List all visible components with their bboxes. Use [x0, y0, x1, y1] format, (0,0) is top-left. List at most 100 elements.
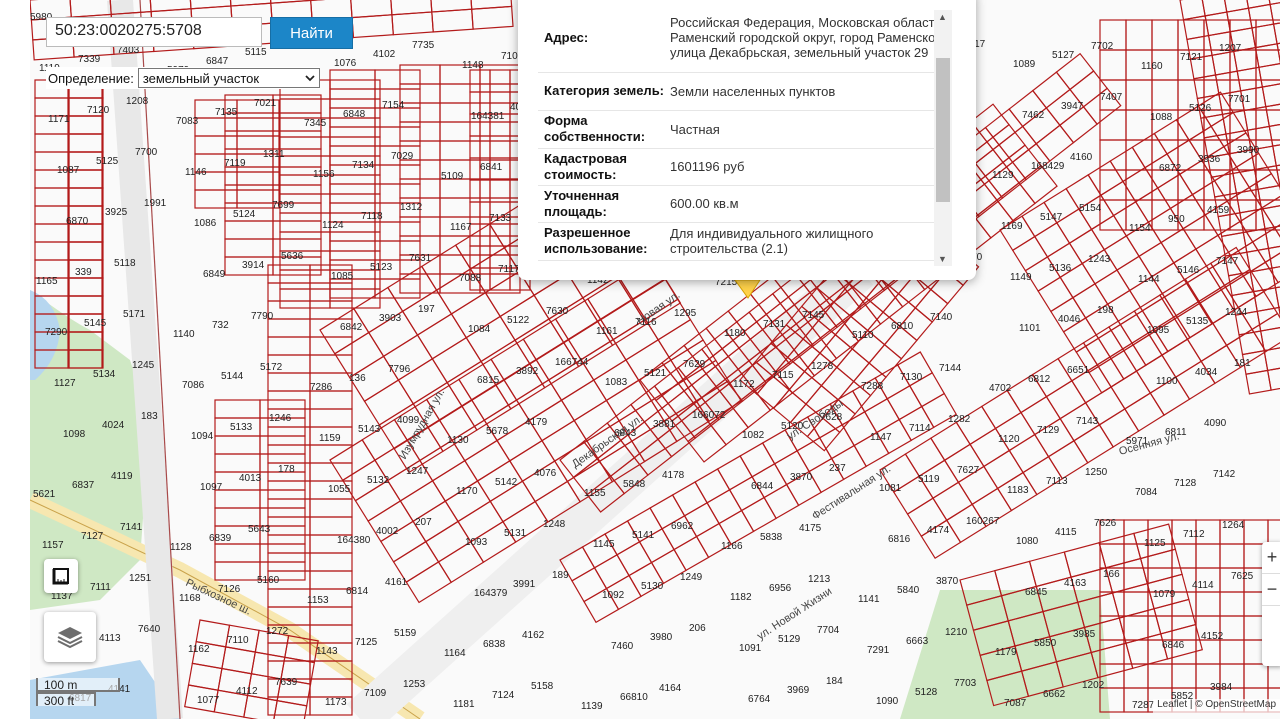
parcel-number: 1079 — [1153, 589, 1176, 600]
parcel-number: 237 — [829, 463, 846, 474]
parcel-number: 7128 — [1174, 478, 1197, 489]
parcel-number: 7629 — [683, 359, 706, 370]
parcel-number: 1991 — [144, 198, 167, 209]
parcel-number: 1083 — [605, 377, 628, 388]
parcel-number: 4160 — [1070, 152, 1093, 163]
parcel-number: 7135 — [215, 107, 238, 118]
parcel-number: 7639 — [275, 677, 298, 688]
parcel-number: 7124 — [492, 690, 515, 701]
parcel-number: 7113 — [1046, 476, 1068, 487]
parcel-number: 1171 — [48, 114, 70, 125]
popup-scrollbar[interactable]: ▲ ▼ — [934, 10, 952, 266]
parcel-number: 3985 — [1073, 629, 1096, 640]
parcel-number: 6837 — [72, 480, 95, 491]
parcel-number: 1141 — [858, 594, 880, 605]
parcel-number: 1180 — [724, 328, 746, 339]
parcel-number: 7121 — [1180, 52, 1203, 63]
parcel-number: 7627 — [957, 465, 980, 476]
parcel-number: 5144 — [221, 371, 244, 382]
zoom-in-icon: + — [1266, 547, 1278, 567]
parcel-number: 6956 — [769, 583, 792, 594]
zoom-in-button[interactable]: + — [1262, 542, 1280, 574]
parcel-number: 4163 — [1064, 578, 1087, 589]
parcel-number: 7021 — [254, 98, 277, 109]
parcel-number: 160267 — [966, 516, 1000, 527]
parcel-number: 5110 — [852, 330, 874, 341]
parcel-number: 7125 — [355, 637, 378, 648]
parcel-number: 1253 — [403, 679, 426, 690]
map-attribution[interactable]: Leaflet | © OpenStreetMap — [1153, 699, 1280, 713]
parcel-number: 7462 — [1022, 110, 1045, 121]
parcel-number: 1088 — [1150, 112, 1173, 123]
parcel-number: 7087 — [1004, 698, 1027, 709]
parcel-number: 5130 — [641, 581, 664, 592]
parcel-number: 3990 — [1237, 145, 1260, 156]
parcel-number: 7131 — [763, 319, 786, 330]
parcel-number: 1093 — [465, 537, 488, 548]
parcel-number: 4046 — [1058, 314, 1081, 325]
zoom-out-icon: − — [1266, 579, 1278, 599]
parcel-number: 4702 — [989, 383, 1012, 394]
zoom-out-button[interactable]: − — [1262, 574, 1280, 606]
parcel-number: 1127 — [54, 378, 76, 389]
parcel-number: 1248 — [543, 519, 566, 530]
popup-scrollbar-thumb[interactable] — [936, 58, 950, 202]
parcel-number: 4102 — [373, 49, 396, 60]
parcel-number: 6962 — [671, 521, 694, 532]
scroll-up-icon[interactable]: ▲ — [938, 12, 947, 22]
parcel-number: 6845 — [1025, 587, 1048, 598]
parcel-number: 189 — [552, 570, 569, 581]
parcel-number: 4162 — [522, 630, 545, 641]
parcel-number: 7288 — [861, 381, 884, 392]
search-button[interactable]: Найти — [270, 17, 353, 49]
chevron-down-icon — [305, 75, 315, 82]
parcel-number: 136 — [349, 373, 366, 384]
parcel-number: 181 — [1234, 358, 1251, 369]
parcel-number: 3914 — [242, 260, 265, 271]
info-key: Разрешенное использование: — [538, 222, 666, 261]
parcel-number: 6847 — [206, 56, 229, 67]
parcel-number: 7460 — [611, 641, 634, 652]
parcel-number: 7702 — [1091, 41, 1114, 52]
parcel-number: 7112 — [1183, 529, 1205, 540]
parcel-number: 5145 — [84, 318, 107, 329]
parcel-number: 3980 — [650, 632, 673, 643]
search-input[interactable]: 50:23:0020275:5708 — [46, 17, 262, 47]
parcel-number: 1167 — [450, 222, 472, 233]
scroll-down-icon[interactable]: ▼ — [938, 254, 947, 264]
parcel-number: 168429 — [1031, 161, 1065, 172]
parcel-number: 3984 — [1210, 682, 1233, 693]
parcel-number: 1173 — [325, 697, 347, 708]
ruler-button[interactable] — [44, 559, 78, 593]
parcel-number: 1179 — [995, 647, 1017, 658]
parcel-number: 5131 — [504, 528, 527, 539]
parcel-number: 5838 — [760, 532, 783, 543]
layers-button[interactable] — [44, 612, 96, 662]
parcel-number: 5132 — [367, 475, 390, 486]
parcel-number: 1130 — [447, 435, 469, 446]
parcel-number: 5125 — [96, 156, 119, 167]
parcel-number: 1243 — [1088, 254, 1111, 265]
parcel-number: 7120 — [87, 105, 110, 116]
parcel-number: 3870 — [790, 472, 813, 483]
info-row-area: Уточненная площадь: 600.00 кв.м — [538, 185, 950, 223]
definition-select[interactable]: земельный участок — [137, 68, 320, 88]
parcel-number: 4076 — [534, 468, 557, 479]
parcel-number: 5118 — [114, 258, 136, 269]
parcel-number: 5636 — [281, 251, 304, 262]
parcel-number: 732 — [212, 320, 229, 331]
info-value: 600.00 кв.м — [666, 185, 950, 223]
info-key: Форма собственности: — [538, 110, 666, 149]
parcel-number: 4159 — [1207, 205, 1230, 216]
parcel-number: 1085 — [331, 271, 354, 282]
parcel-number: 3870 — [936, 576, 959, 587]
parcel-number: 5172 — [260, 362, 283, 373]
parcel-number: 6872 — [1159, 163, 1182, 174]
parcel-number: 7142 — [1213, 469, 1236, 480]
parcel-number: 7083 — [176, 116, 199, 127]
parcel-number: 5121 — [644, 368, 667, 379]
parcel-number: 4161 — [385, 577, 408, 588]
parcel-number: 1098 — [63, 429, 86, 440]
parcel-number: 1246 — [269, 413, 292, 424]
parcel-number: 5143 — [358, 424, 381, 435]
